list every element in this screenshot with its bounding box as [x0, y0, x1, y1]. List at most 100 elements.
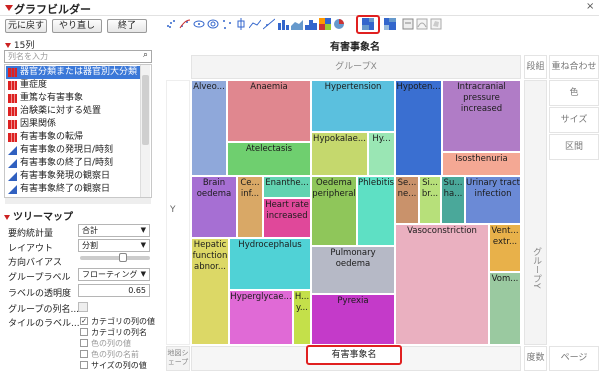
column-item[interactable]: 有害事象発現の観察日 — [6, 170, 141, 183]
treemap-tile[interactable]: Se... ne... — [395, 176, 419, 224]
treemap-tile[interactable]: Hepatic function abnor... — [191, 238, 229, 345]
treemap-tile[interactable]: Heart rate increased — [263, 198, 311, 238]
line-of-fit-icon[interactable] — [263, 18, 275, 30]
tile-label: Hydrocephalus — [238, 240, 302, 250]
mosaic-graph-icon[interactable] — [384, 18, 396, 30]
overlay-zone[interactable]: 重ね合わせ — [549, 55, 599, 79]
group-label-select[interactable]: フローティング ▼ — [78, 268, 150, 281]
summary-stat-select[interactable]: 合計 ▼ — [78, 224, 150, 237]
redo-button[interactable]: やり直し — [52, 19, 102, 33]
layout-select[interactable]: 分割 ▼ — [78, 239, 150, 252]
tile-label: Hyperglycae... — [230, 292, 292, 302]
checkbox[interactable] — [80, 328, 88, 336]
treemap-tile[interactable]: Ce... inf... — [237, 176, 263, 238]
search-icon[interactable]: ⌕ — [143, 50, 148, 61]
group-y-zone[interactable]: グループY — [524, 80, 547, 345]
ellipse-graph-icon[interactable] — [193, 18, 205, 30]
column-item[interactable]: 有害事象の転帰 — [6, 131, 141, 144]
red-triangle-menu-icon[interactable] — [5, 5, 13, 11]
treemap-tile[interactable]: Vom... — [489, 272, 521, 345]
column-item[interactable]: 治験薬に対する処置 — [6, 105, 141, 118]
size-zone[interactable]: サイズ — [549, 107, 599, 133]
end-button[interactable]: 終了 — [107, 19, 147, 33]
points-jitter-graph-icon[interactable] — [221, 18, 233, 30]
treemap-tile[interactable]: Hyperglycae... — [229, 290, 293, 345]
page-zone[interactable]: ページ — [549, 346, 599, 371]
tile-label: Hypertension — [324, 82, 382, 92]
undo-button[interactable]: 元に戻す — [5, 19, 47, 33]
treemap-tile[interactable]: Intracranial pressure increased — [442, 80, 521, 152]
treemap-selected-highlight — [356, 15, 380, 34]
column-item[interactable]: 有害事象の発現日/時刻 — [6, 144, 141, 157]
color-zone[interactable]: 色 — [549, 80, 599, 106]
histogram-graph-icon[interactable] — [305, 18, 317, 30]
column-list-scrollbar[interactable] — [140, 65, 150, 197]
boxplot-graph-icon[interactable] — [235, 18, 247, 30]
treemap-tile[interactable]: Su... ha... — [441, 176, 465, 224]
treemap-tile[interactable]: Isosthenuria — [442, 152, 521, 176]
wrap-zone[interactable]: 段組 — [524, 55, 547, 79]
bar-graph-icon[interactable] — [277, 18, 289, 30]
group-x-zone[interactable]: グループX — [191, 55, 521, 79]
treemap-tile[interactable]: Enanthe... — [263, 176, 311, 198]
column-item[interactable]: 因果関係 — [6, 118, 141, 131]
points-graph-icon[interactable] — [165, 18, 177, 30]
treemap-tile[interactable]: Urinary tract infection — [465, 176, 521, 224]
treemap-tile[interactable]: Hypokalae... — [311, 132, 368, 176]
pie-graph-icon[interactable] — [333, 18, 345, 30]
smoother-graph-icon[interactable] — [179, 18, 191, 30]
tile-label-option[interactable]: サイズの列の値 — [80, 360, 147, 371]
heatmap-graph-icon[interactable] — [319, 18, 331, 30]
close-icon[interactable]: × — [586, 1, 594, 12]
line-graph-icon[interactable] — [249, 18, 261, 30]
treemap-tile[interactable]: Anaemia — [227, 80, 311, 142]
treemap-tile[interactable]: Hydrocephalus — [229, 238, 311, 290]
tile-label-option[interactable]: カテゴリの列名 — [80, 327, 147, 338]
tile-label: Ce... inf... — [240, 178, 260, 199]
direction-bias-slider[interactable] — [80, 253, 150, 262]
treemap-panel-header[interactable]: ツリーマップ — [4, 208, 73, 223]
column-item[interactable]: 器官分類または器官別大分類 — [6, 66, 141, 79]
option-label: カテゴリの列の値 — [91, 317, 155, 326]
column-item[interactable]: 重篤な有害事象 — [6, 92, 141, 105]
map-shape-zone[interactable]: 地図シェープ — [166, 346, 190, 371]
freq-zone[interactable]: 度数 — [524, 346, 547, 371]
red-triangle-icon[interactable] — [5, 43, 11, 48]
tile-label-option[interactable]: ✓ カテゴリの列の値 — [80, 316, 155, 327]
treemap-tile[interactable]: Vent... extr... — [489, 224, 521, 272]
contour-graph-icon[interactable] — [207, 18, 219, 30]
column-item[interactable]: 重症度 — [6, 79, 141, 92]
treemap-plot[interactable]: Alveo... Anaemia Atelectasis Hypertensio… — [191, 80, 521, 345]
checkbox[interactable] — [80, 361, 88, 369]
treemap-tile[interactable]: Vasoconstriction — [395, 224, 489, 345]
treemap-tile[interactable]: Hypoten... — [395, 80, 442, 176]
area-graph-icon[interactable] — [291, 18, 303, 30]
treemap-tile[interactable]: Pyrexia — [311, 294, 395, 345]
treemap-tile[interactable]: Hy... — [368, 132, 395, 176]
scrollbar-thumb[interactable] — [142, 75, 149, 145]
treemap-tile[interactable]: H... y... — [293, 290, 311, 345]
column-item[interactable]: 有害事象の終了日/時刻 — [6, 157, 141, 170]
treemap-tile[interactable]: Oedema peripheral — [311, 176, 357, 246]
treemap-tile[interactable]: Brain oedema — [191, 176, 237, 238]
treemap-tile[interactable]: Hypertension — [311, 80, 395, 132]
treemap-tile[interactable]: Phlebitis — [357, 176, 395, 246]
label-opacity-input[interactable]: 0.65 — [78, 284, 150, 297]
treemap-tile[interactable]: Alveo... — [191, 80, 227, 176]
interval-zone[interactable]: 区間 — [549, 134, 599, 160]
caption-box-icon[interactable] — [402, 18, 414, 30]
formula-graph-icon[interactable] — [416, 18, 428, 30]
map-shapes-icon[interactable] — [430, 18, 442, 30]
horizontal-scrollbar[interactable] — [5, 198, 151, 204]
tile-label: Vasoconstriction — [407, 226, 477, 236]
treemap-tile[interactable]: Atelectasis — [227, 142, 311, 176]
group-name-checkbox[interactable] — [78, 302, 88, 312]
slider-knob[interactable] — [119, 253, 128, 262]
treemap-tile[interactable]: Pulmonary oedema — [311, 246, 395, 294]
column-item[interactable]: 有害事象終了の観察日 — [6, 183, 141, 196]
disclosure-icon[interactable] — [4, 214, 10, 220]
x-axis-label[interactable]: 有害事象名 — [306, 345, 402, 365]
column-search-input[interactable]: 列名を入力 ⌕ — [4, 50, 152, 63]
checkbox-checked[interactable]: ✓ — [80, 317, 88, 325]
treemap-tile[interactable]: Si... br... — [419, 176, 441, 224]
